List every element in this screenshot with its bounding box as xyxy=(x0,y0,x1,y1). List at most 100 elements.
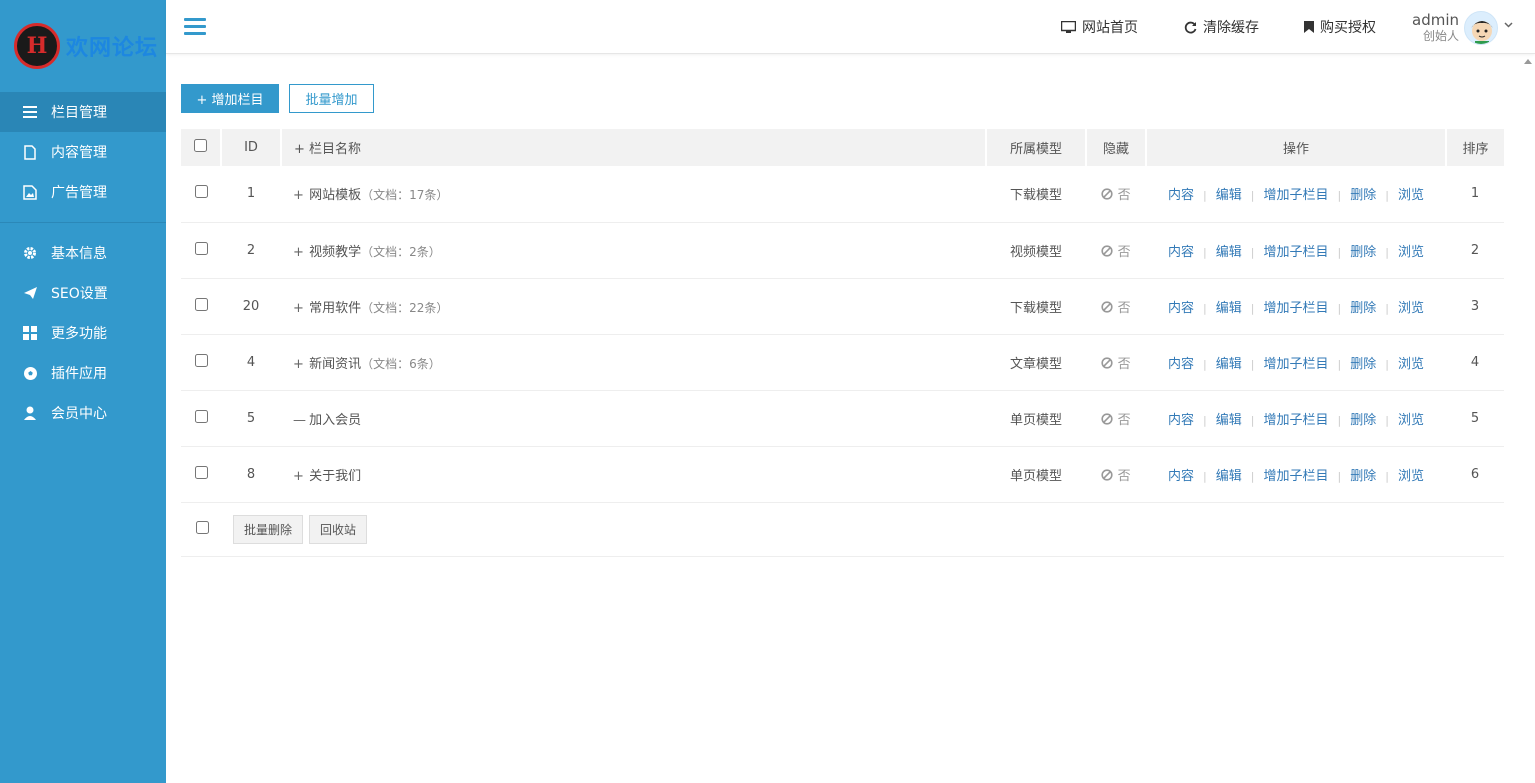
sidebar-item-more-features[interactable]: 更多功能 xyxy=(0,313,166,353)
op-link[interactable]: 增加子栏目 xyxy=(1263,301,1328,316)
sidebar-item-plugins[interactable]: 插件应用 xyxy=(0,353,166,393)
row-checkbox[interactable] xyxy=(194,297,208,311)
expand-toggle-icon[interactable]: + xyxy=(293,301,305,316)
op-link[interactable]: 浏览 xyxy=(1398,413,1424,428)
op-link[interactable]: 删除 xyxy=(1350,188,1376,203)
row-sort[interactable]: 5 xyxy=(1446,390,1504,447)
expand-toggle-icon[interactable]: — xyxy=(293,413,306,428)
row-ops: 内容 | 编辑 | 增加子栏目 | 删除 | 浏览 xyxy=(1146,166,1446,223)
op-link[interactable]: 浏览 xyxy=(1398,469,1424,484)
row-checkbox[interactable] xyxy=(194,185,208,199)
header-name[interactable]: + 栏目名称 xyxy=(281,129,987,166)
logo[interactable]: H 欢网论坛 xyxy=(0,0,166,92)
table-footer-row: 批量删除 回收站 xyxy=(181,502,1504,557)
select-all-checkbox[interactable] xyxy=(194,139,207,152)
add-column-button[interactable]: + 增加栏目 xyxy=(181,84,279,113)
op-link[interactable]: 编辑 xyxy=(1216,245,1242,260)
row-sort[interactable]: 1 xyxy=(1446,166,1504,223)
clear-cache-link[interactable]: 清除缓存 xyxy=(1184,17,1259,37)
op-separator: | xyxy=(1203,357,1207,371)
op-link[interactable]: 删除 xyxy=(1350,245,1376,260)
op-link[interactable]: 内容 xyxy=(1168,357,1194,372)
sidebar-item-ad-management[interactable]: 广告管理 xyxy=(0,172,166,212)
column-name: 视频教学 xyxy=(309,244,362,260)
row-id: 8 xyxy=(221,446,281,503)
sidebar-item-column-management[interactable]: 栏目管理 xyxy=(0,92,166,132)
row-checkbox[interactable] xyxy=(194,353,208,367)
monitor-icon xyxy=(1061,20,1076,33)
header-select-all xyxy=(181,129,222,166)
hidden-value: 否 xyxy=(1117,244,1131,260)
row-id: 5 xyxy=(221,390,281,447)
sidebar-item-label: 会员中心 xyxy=(51,406,107,422)
row-ops: 内容 | 编辑 | 增加子栏目 | 删除 | 浏览 xyxy=(1146,278,1446,335)
table-row: 2 + 视频教学（文档：2条） 视频模型 否 内容 | 编辑 | 增加子栏目 | 删除 | 浏览… xyxy=(181,222,1504,279)
table-row: 8 + 关于我们 单页模型 否 内容 | 编辑 | 增加子栏目 | 删除 | 浏览 6 xyxy=(181,446,1504,503)
row-sort[interactable]: 3 xyxy=(1446,278,1504,335)
refresh-icon xyxy=(1184,21,1197,33)
op-link[interactable]: 删除 xyxy=(1350,469,1376,484)
row-sort[interactable]: 2 xyxy=(1446,222,1504,279)
menu-toggle-icon[interactable] xyxy=(184,18,206,36)
op-link[interactable]: 内容 xyxy=(1168,188,1194,203)
user-icon xyxy=(22,405,38,421)
op-link[interactable]: 删除 xyxy=(1350,301,1376,316)
list-icon xyxy=(22,104,38,120)
row-checkbox[interactable] xyxy=(194,409,208,423)
paper-plane-icon xyxy=(22,285,38,301)
sidebar-item-member-center[interactable]: 会员中心 xyxy=(0,393,166,433)
row-ops: 内容 | 编辑 | 增加子栏目 | 删除 | 浏览 xyxy=(1146,446,1446,503)
sidebar-item-label: 广告管理 xyxy=(51,185,107,201)
op-link[interactable]: 编辑 xyxy=(1216,301,1242,316)
op-link[interactable]: 增加子栏目 xyxy=(1263,413,1328,428)
op-link[interactable]: 删除 xyxy=(1350,357,1376,372)
op-link[interactable]: 内容 xyxy=(1168,469,1194,484)
op-separator: | xyxy=(1337,357,1342,371)
row-sort[interactable]: 6 xyxy=(1446,446,1504,503)
batch-delete-button[interactable]: 批量删除 xyxy=(233,514,304,544)
op-link[interactable]: 浏览 xyxy=(1398,245,1424,260)
op-link[interactable]: 编辑 xyxy=(1216,188,1242,203)
op-link[interactable]: 内容 xyxy=(1168,301,1194,316)
expand-toggle-icon[interactable]: + xyxy=(293,245,305,260)
sidebar-item-content-management[interactable]: 内容管理 xyxy=(0,132,166,172)
op-link[interactable]: 内容 xyxy=(1168,245,1194,260)
hidden-value: 否 xyxy=(1117,300,1131,316)
chevron-down-icon[interactable] xyxy=(1504,22,1513,28)
op-link[interactable]: 增加子栏目 xyxy=(1263,469,1328,484)
avatar[interactable] xyxy=(1464,11,1498,45)
sidebar-item-basic-info[interactable]: 基本信息 xyxy=(0,233,166,273)
op-link[interactable]: 编辑 xyxy=(1216,413,1242,428)
scroll-up-arrow-icon[interactable] xyxy=(1524,58,1532,64)
ban-icon xyxy=(1101,300,1114,313)
op-link[interactable]: 编辑 xyxy=(1216,357,1242,372)
expand-toggle-icon[interactable]: + xyxy=(293,188,305,203)
site-home-link[interactable]: 网站首页 xyxy=(1061,17,1138,37)
buy-license-link[interactable]: 购买授权 xyxy=(1304,17,1376,37)
op-link[interactable]: 内容 xyxy=(1168,413,1194,428)
footer-select-checkbox[interactable] xyxy=(195,520,209,534)
row-model: 下载模型 xyxy=(986,278,1086,335)
op-link[interactable]: 编辑 xyxy=(1216,469,1242,484)
recycle-bin-button[interactable]: 回收站 xyxy=(309,514,368,544)
batch-add-button[interactable]: 批量增加 xyxy=(289,84,374,113)
expand-toggle-icon[interactable]: + xyxy=(293,469,305,484)
row-checkbox[interactable] xyxy=(194,241,208,255)
op-separator: | xyxy=(1203,301,1207,315)
op-link[interactable]: 浏览 xyxy=(1398,188,1424,203)
op-link[interactable]: 增加子栏目 xyxy=(1263,188,1328,203)
expand-toggle-icon[interactable]: + xyxy=(293,357,305,372)
op-link[interactable]: 浏览 xyxy=(1398,357,1424,372)
hidden-value: 否 xyxy=(1117,356,1131,372)
row-model: 文章模型 xyxy=(986,334,1086,391)
op-link[interactable]: 浏览 xyxy=(1398,301,1424,316)
row-sort[interactable]: 4 xyxy=(1446,334,1504,391)
op-link[interactable]: 删除 xyxy=(1350,413,1376,428)
user-info[interactable]: admin 创始人 xyxy=(1407,11,1459,43)
row-checkbox[interactable] xyxy=(194,465,208,479)
row-model: 下载模型 xyxy=(986,166,1086,223)
column-name: 常用软件 xyxy=(309,300,362,316)
op-link[interactable]: 增加子栏目 xyxy=(1263,357,1328,372)
op-link[interactable]: 增加子栏目 xyxy=(1263,245,1328,260)
sidebar-item-seo[interactable]: SEO设置 xyxy=(0,273,166,313)
